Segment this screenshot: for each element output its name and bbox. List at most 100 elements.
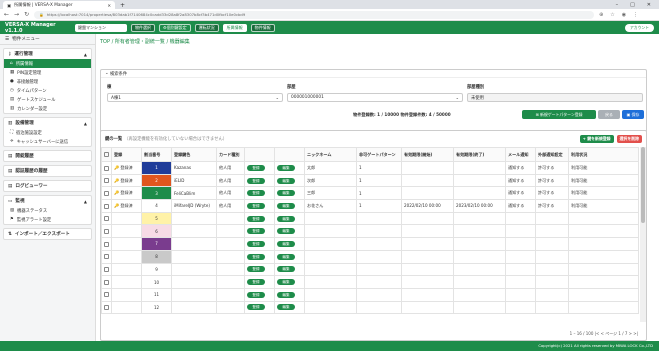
row-select-cell[interactable] xyxy=(101,300,112,315)
detail-pill-button[interactable]: 編集 xyxy=(277,177,295,184)
row-select-cell[interactable] xyxy=(101,249,112,264)
sidebar-group-header[interactable]: ▤ ログビューワー xyxy=(4,181,91,191)
close-tab-icon[interactable]: ✕ xyxy=(107,3,111,8)
status-button[interactable]: 運転状況 xyxy=(194,23,219,32)
sidebar-item-cache-send[interactable]: ✈ キャッシュサーバーに送信 xyxy=(4,137,91,146)
row-checkbox[interactable] xyxy=(104,190,109,196)
table-row[interactable]: 10 登録 編集 xyxy=(101,275,639,289)
edit-pill-button[interactable]: 登録 xyxy=(247,202,265,209)
sidebar-item-device-status[interactable]: ▧ 機器ステータス xyxy=(4,206,91,215)
table-row[interactable]: 6 登録 編集 xyxy=(101,224,639,239)
scrollbar-thumb[interactable] xyxy=(641,147,645,223)
row-select-cell[interactable] xyxy=(101,186,112,201)
sidebar-item-alert-setting[interactable]: ⚑ 監視アラート設定 xyxy=(4,215,91,224)
sidebar-item-facility[interactable]: ⛶ 宿泊施設設定 xyxy=(4,128,91,137)
row-select-cell[interactable] xyxy=(101,211,112,226)
window-close-icon[interactable]: ✕ xyxy=(647,2,651,8)
sidebar-item-affiliation[interactable]: ⌂ 所属情報 xyxy=(4,59,91,68)
detail-pill-button[interactable]: 編集 xyxy=(277,164,295,171)
col-key-name[interactable]: 登録鍵色 xyxy=(171,147,217,162)
detail-pill-button[interactable]: 編集 xyxy=(277,202,295,209)
edit-pill-button[interactable]: 登録 xyxy=(247,164,265,171)
select-all-checkbox[interactable] xyxy=(104,152,109,158)
sidebar-group-header[interactable]: ⚷ 運行管理 ▲ xyxy=(4,49,91,59)
col-end[interactable]: 有効期限(終了) xyxy=(453,147,506,162)
star-icon[interactable]: ☆ xyxy=(610,12,614,18)
detail-pill-button[interactable]: 編集 xyxy=(277,304,295,311)
col-mail[interactable]: メール通知 xyxy=(505,147,536,162)
row-checkbox[interactable] xyxy=(104,165,109,171)
browser-tab[interactable]: ▣ 所属情報 | VERSA-X Manager ✕ xyxy=(3,1,115,9)
col-status[interactable]: 利用状況 xyxy=(568,147,639,162)
col-external[interactable]: 外部通知設定 xyxy=(535,147,569,162)
add-pattern-button[interactable]: ⊞ 新規ゲートパターン登録 xyxy=(522,110,596,119)
minimize-icon[interactable]: – xyxy=(616,2,619,8)
back-button[interactable]: 戻る xyxy=(598,110,620,119)
col-pattern[interactable]: 非可ゲートパターン xyxy=(356,147,402,162)
detail-pill-button[interactable]: 編集 xyxy=(277,228,295,235)
search-panel-header[interactable]: ⌄ 検索条件 xyxy=(101,70,646,78)
mansion-select[interactable]: 鍵盤マンション xyxy=(75,23,127,32)
table-row[interactable]: 🔑 登録済 4 iMifareIJD (Wryte) 他人用 登録 編集 お花さん 1 2022… xyxy=(101,199,639,213)
new-tab-button[interactable]: + xyxy=(115,2,130,9)
detail-pill-button[interactable]: 編集 xyxy=(277,253,295,260)
row-checkbox[interactable] xyxy=(104,216,109,222)
sidebar-item-timepattern[interactable]: ◷ タイムパターン xyxy=(4,86,91,95)
row-checkbox[interactable] xyxy=(104,178,109,184)
sidebar-group-header[interactable]: ⇅ インポート／エクスポート xyxy=(4,229,91,239)
forward-icon[interactable]: → xyxy=(14,11,19,18)
row-checkbox[interactable] xyxy=(104,203,109,209)
zoom-icon[interactable]: ⊕ xyxy=(599,12,603,18)
edit-pill-button[interactable]: 登録 xyxy=(247,215,265,222)
sidebar-item-gateschedule[interactable]: ▤ ゲートスケジュール xyxy=(4,95,91,104)
back-icon[interactable]: ← xyxy=(4,11,9,18)
keyset-button[interactable]: ⚙ 個別鍵設定 xyxy=(159,23,191,32)
col-nickname[interactable]: ニックネーム xyxy=(304,147,357,162)
management-button[interactable]: 所属情報 xyxy=(222,23,247,32)
row-select-cell[interactable] xyxy=(101,262,112,277)
sidebar-item-pin[interactable]: ▦ PIN設定管理 xyxy=(4,68,91,77)
sidebar-group-header[interactable]: ▭ 監視 ▲ xyxy=(4,196,91,206)
detail-pill-button[interactable]: 編集 xyxy=(277,240,295,247)
row-select-cell[interactable] xyxy=(101,224,112,239)
profile-icon[interactable]: ◉ xyxy=(622,12,626,18)
edit-pill-button[interactable]: 登録 xyxy=(247,240,265,247)
pagination[interactable]: 1 – 16 / 100 |< < ページ 1 / 7 > >| xyxy=(570,331,638,337)
detail-pill-button[interactable]: 編集 xyxy=(277,266,295,273)
row-select-cell[interactable] xyxy=(101,161,112,175)
detail-pill-button[interactable]: 編集 xyxy=(277,279,295,286)
maximize-icon[interactable]: □ xyxy=(630,2,635,8)
edit-pill-button[interactable]: 登録 xyxy=(247,279,265,286)
table-row[interactable]: 9 登録 編集 xyxy=(101,262,639,277)
table-row[interactable]: 11 登録 編集 xyxy=(101,287,639,302)
table-row[interactable]: 12 登録 編集 xyxy=(101,300,639,315)
col-number[interactable]: 割当番号 xyxy=(141,147,172,162)
sidebar-group-header[interactable]: ▤ 認証履歴の履歴 xyxy=(4,166,91,176)
edit-pill-button[interactable]: 登録 xyxy=(247,291,265,298)
row-select-cell[interactable] xyxy=(101,173,112,188)
edit-pill-button[interactable]: 登録 xyxy=(247,190,265,197)
row-select-cell[interactable] xyxy=(101,237,112,251)
row-checkbox[interactable] xyxy=(104,292,109,298)
col-start[interactable]: 有効期限(開始) xyxy=(401,147,454,162)
row-select-cell[interactable] xyxy=(101,275,112,289)
edit-pill-button[interactable]: 登録 xyxy=(247,266,265,273)
table-row[interactable]: 🔑 登録済 2 iELID 他人用 登録 編集 次郎 1 通知する 許可する 利用可能 xyxy=(101,173,639,188)
edit-pill-button[interactable]: 登録 xyxy=(247,177,265,184)
table-row[interactable]: 🔑 登録済 1 Kazanas 他人用 登録 編集 太郎 1 通知する 許可する 利用可能 xyxy=(101,161,639,175)
sidebar-item-contactless[interactable]: ● 非接触管理 xyxy=(4,77,91,86)
delete-selected-button[interactable]: 選択を削除 xyxy=(616,135,642,143)
detail-pill-button[interactable]: 編集 xyxy=(277,190,295,197)
menu-dots-icon[interactable]: ⋮ xyxy=(633,12,638,18)
table-row[interactable]: 7 登録 編集 xyxy=(101,237,639,251)
table-row[interactable]: 8 登録 編集 xyxy=(101,249,639,264)
row-select-cell[interactable] xyxy=(101,287,112,302)
row-checkbox[interactable] xyxy=(104,267,109,273)
detail-pill-button[interactable]: 編集 xyxy=(277,291,295,298)
save-button[interactable]: ▣ 保存 xyxy=(622,110,644,119)
select-all-cell[interactable] xyxy=(101,147,112,162)
account-button[interactable]: アカウント xyxy=(625,23,654,32)
breadcrumb[interactable]: TOP / 所有者管理・副統一覧 / 機器編集 xyxy=(96,34,659,48)
row-checkbox[interactable] xyxy=(104,229,109,235)
edit-pill-button[interactable]: 登録 xyxy=(247,228,265,235)
